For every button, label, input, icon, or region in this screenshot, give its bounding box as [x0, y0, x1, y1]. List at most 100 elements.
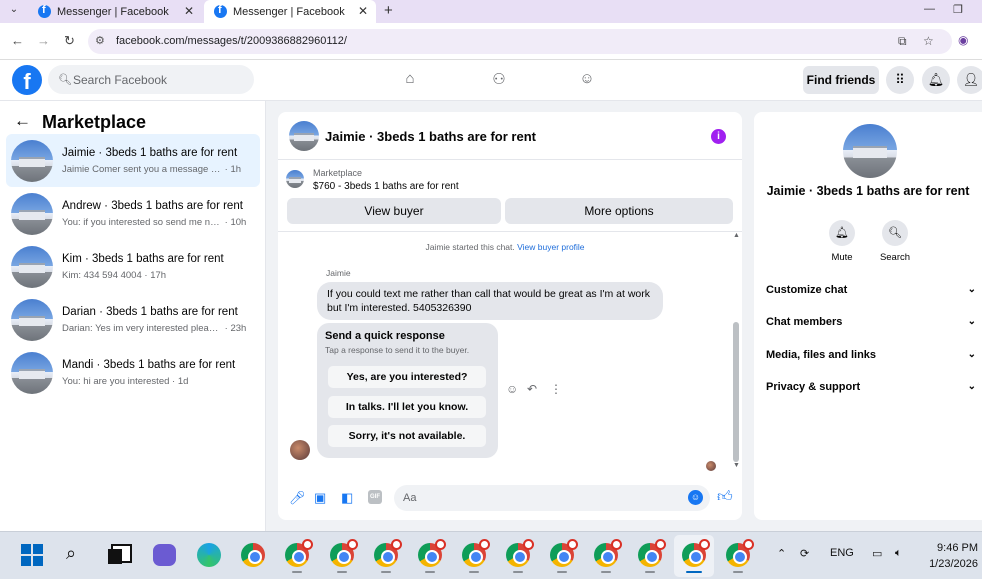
- chrome-profile-icon[interactable]: [418, 539, 446, 573]
- back-arrow-icon[interactable]: ←: [14, 111, 31, 131]
- conversation-item[interactable]: Darian · 3beds 1 baths are for rent Dari…: [6, 293, 260, 346]
- conversation-list: Jaimie · 3beds 1 baths are for rent Jaim…: [6, 134, 260, 399]
- taskbar-search-icon[interactable]: ⌕: [66, 543, 76, 564]
- browser-tab-active[interactable]: Messenger | Facebook ✕: [204, 0, 376, 23]
- chrome-profile-icon[interactable]: [638, 539, 666, 573]
- site-info-icon[interactable]: ⚙: [95, 34, 105, 47]
- bell-icon[interactable]: 🔔︎: [829, 220, 855, 246]
- section-customize-chat[interactable]: Customize chat ⌄: [766, 284, 976, 304]
- info-icon[interactable]: i: [711, 129, 726, 144]
- mute-button[interactable]: 🔔︎ Mute: [822, 220, 862, 263]
- input-language[interactable]: ENG: [830, 547, 854, 559]
- search-icon[interactable]: 🔍︎: [882, 220, 908, 246]
- chrome-profile-icon[interactable]: [330, 539, 358, 573]
- chrome-profile-icon[interactable]: [594, 539, 622, 573]
- thumbs-up-icon[interactable]: 👍︎: [717, 488, 733, 506]
- quick-response-subtitle: Tap a response to send it to the buyer.: [325, 345, 470, 355]
- url-text[interactable]: facebook.com/messages/t/2009386882960112…: [116, 35, 347, 47]
- react-icon[interactable]: ☺: [506, 382, 518, 396]
- more-actions-icon[interactable]: ⋮: [550, 382, 562, 396]
- chrome-profile-icon[interactable]: [374, 539, 402, 573]
- section-chat-members[interactable]: Chat members ⌄: [766, 316, 976, 336]
- menu-grid-icon[interactable]: ⠿: [886, 66, 914, 94]
- close-tab-icon[interactable]: ✕: [358, 4, 368, 18]
- quick-response-option[interactable]: In talks. I'll let you know.: [328, 396, 486, 418]
- show-hidden-icons-icon[interactable]: ⌃: [777, 547, 786, 560]
- chrome-icon[interactable]: [241, 543, 265, 567]
- tab-search-icon[interactable]: ⌄: [6, 4, 22, 18]
- scrollbar-thumb[interactable]: [733, 322, 739, 462]
- message-bubble[interactable]: If you could text me rather than call th…: [317, 282, 663, 320]
- conversation-item[interactable]: Jaimie · 3beds 1 baths are for rent Jaim…: [6, 134, 260, 187]
- microphone-icon[interactable]: 🎤︎: [289, 490, 306, 506]
- chrome-profile-icon[interactable]: [726, 539, 754, 573]
- facebook-logo[interactable]: f: [12, 65, 42, 95]
- listing-thumbnail[interactable]: [286, 170, 304, 188]
- listing-price-title[interactable]: $760 - 3beds 1 baths are for rent: [313, 181, 459, 192]
- meet-app-icon[interactable]: [153, 544, 176, 566]
- view-buyer-button[interactable]: View buyer: [287, 198, 501, 224]
- chrome-profile-icon[interactable]: [462, 539, 490, 573]
- scroll-up-arrow-icon[interactable]: ▲: [733, 232, 740, 239]
- chrome-profile-icon-active[interactable]: [682, 539, 710, 573]
- listing-avatar: [11, 140, 53, 182]
- section-privacy-support[interactable]: Privacy & support ⌄: [766, 381, 976, 401]
- gif-icon[interactable]: GIF: [368, 490, 382, 504]
- sticker-icon[interactable]: ◧: [341, 490, 353, 506]
- edge-browser-icon[interactable]: [197, 543, 221, 567]
- groups-icon[interactable]: ☺: [576, 70, 598, 90]
- address-bar-row: ← → ↻ ⚙ facebook.com/messages/t/20093868…: [0, 23, 982, 60]
- facebook-search[interactable]: 🔍︎: [48, 65, 254, 94]
- view-buyer-profile-link[interactable]: View buyer profile: [517, 242, 584, 252]
- more-options-button[interactable]: More options: [505, 198, 733, 224]
- home-icon[interactable]: ⌂: [399, 70, 421, 90]
- windows-start-icon[interactable]: [21, 544, 43, 566]
- conversation-item[interactable]: Mandi · 3beds 1 baths are for rent You: …: [6, 346, 260, 399]
- profile-icon[interactable]: ◉: [958, 33, 968, 47]
- quick-response-option[interactable]: Sorry, it's not available.: [328, 425, 486, 447]
- minimize-icon[interactable]: —: [924, 3, 935, 15]
- friends-icon[interactable]: ⚇: [488, 70, 510, 90]
- chat-avatar[interactable]: [289, 121, 319, 151]
- reply-icon[interactable]: ↶: [527, 382, 537, 396]
- chat-scrollbar[interactable]: ▲ ▼: [733, 232, 740, 470]
- task-view-icon[interactable]: [108, 544, 132, 564]
- photo-icon[interactable]: ▣: [314, 490, 326, 506]
- restore-window-icon[interactable]: ❐: [953, 3, 963, 16]
- account-icon[interactable]: 👤︎: [957, 66, 982, 94]
- find-friends-button[interactable]: Find friends: [803, 66, 879, 94]
- conversation-item[interactable]: Kim · 3beds 1 baths are for rent Kim: 43…: [6, 240, 260, 293]
- emoji-icon[interactable]: ☺: [688, 490, 703, 505]
- volume-icon[interactable]: 🔈︎: [895, 547, 902, 560]
- section-media-files-links[interactable]: Media, files and links ⌄: [766, 349, 976, 369]
- address-bar[interactable]: ⚙ facebook.com/messages/t/20093868829601…: [88, 29, 952, 54]
- new-tab-button[interactable]: +: [384, 2, 393, 19]
- reload-icon[interactable]: ↻: [64, 33, 75, 49]
- conversation-title: Kim · 3beds 1 baths are for rent: [62, 253, 224, 265]
- message-input[interactable]: [394, 485, 710, 511]
- chrome-profile-icon[interactable]: [285, 539, 313, 573]
- sync-icon[interactable]: ⟳: [800, 547, 809, 560]
- search-input[interactable]: [73, 71, 243, 88]
- conversation-item[interactable]: Andrew · 3beds 1 baths are for rent You:…: [6, 187, 260, 240]
- search-chat-button[interactable]: 🔍︎ Search: [875, 220, 915, 263]
- message-composer: 🎤︎ ▣ ◧ GIF ☺ 👍︎: [278, 482, 742, 514]
- bookmark-star-icon[interactable]: ☆: [923, 34, 934, 48]
- conversation-preview: You: if you interested so send me nu... …: [62, 217, 246, 228]
- chrome-profile-icon[interactable]: [550, 539, 578, 573]
- chrome-profile-icon[interactable]: [506, 539, 534, 573]
- system-clock[interactable]: 9:46 PM 1/23/2026: [914, 540, 978, 572]
- notifications-icon[interactable]: 🔔︎: [922, 66, 950, 94]
- install-app-icon[interactable]: ⧉: [898, 34, 907, 49]
- scroll-down-arrow-icon[interactable]: ▼: [733, 462, 740, 469]
- network-icon[interactable]: ▭: [872, 547, 882, 560]
- facebook-top-bar: f 🔍︎ ⌂ ⚇ ☺ Find friends ⠿ 🔔︎ 👤︎: [0, 60, 982, 101]
- quick-response-option[interactable]: Yes, are you interested?: [328, 366, 486, 388]
- browser-tab[interactable]: Messenger | Facebook ✕: [28, 0, 202, 23]
- back-icon[interactable]: ←: [11, 33, 24, 48]
- chat-details-panel: Jaimie · 3beds 1 baths are for rent 🔔︎ M…: [754, 112, 982, 520]
- close-tab-icon[interactable]: ✕: [184, 4, 194, 18]
- forward-icon[interactable]: →: [37, 33, 50, 48]
- sender-avatar[interactable]: [290, 440, 310, 460]
- chat-title[interactable]: Jaimie · 3beds 1 baths are for rent: [325, 129, 536, 144]
